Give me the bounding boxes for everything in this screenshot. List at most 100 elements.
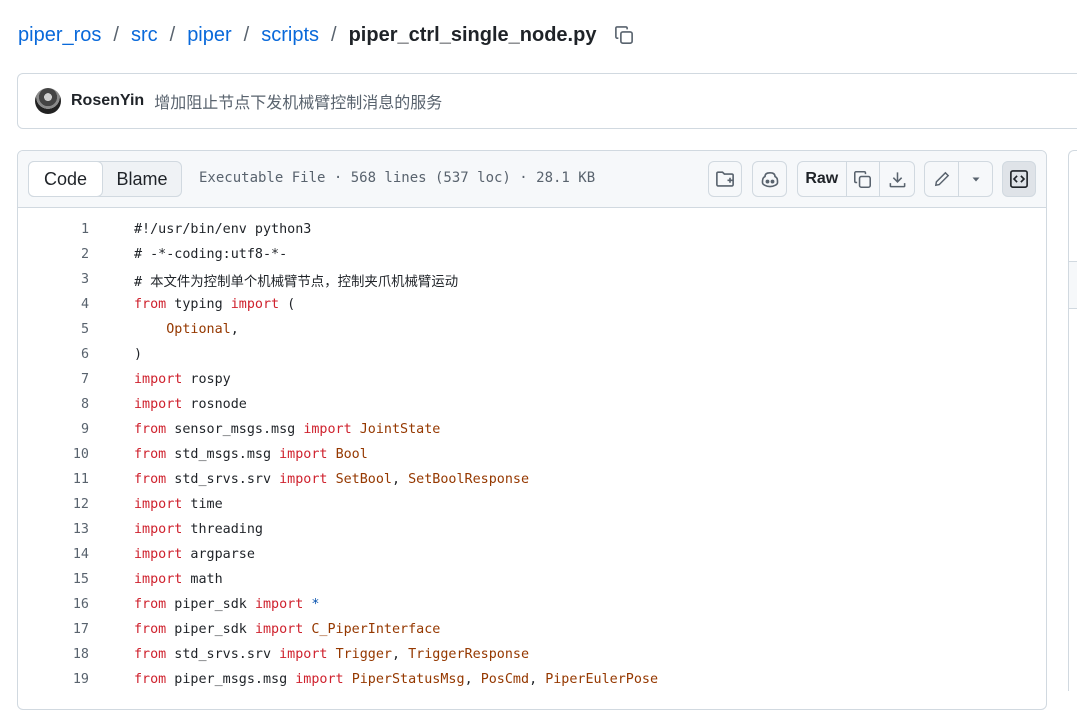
- commit-message[interactable]: 增加阻止节点下发机械臂控制消息的服务: [154, 89, 442, 113]
- code-token: std_msgs.msg: [166, 447, 280, 462]
- code-square-icon: [1010, 170, 1028, 188]
- line-number[interactable]: 10: [18, 447, 89, 462]
- line-number[interactable]: 1: [18, 222, 89, 237]
- copilot-button[interactable]: [752, 161, 787, 197]
- code-token: rosnode: [182, 397, 247, 412]
- breadcrumb-link-piper[interactable]: piper: [187, 24, 231, 47]
- code-token: import: [279, 647, 328, 662]
- code-token: from: [134, 447, 167, 462]
- triangle-down-icon: [972, 177, 979, 182]
- code-token: import: [134, 547, 183, 562]
- code-token: sensor_msgs.msg: [166, 422, 304, 437]
- line-number[interactable]: 5: [18, 322, 89, 337]
- breadcrumb-link-scripts[interactable]: scripts: [261, 24, 319, 47]
- code-token: argparse: [182, 547, 255, 562]
- code-token: Bool: [335, 447, 368, 462]
- code-line: 6): [18, 342, 1046, 367]
- symbols-panel-button[interactable]: [1002, 161, 1036, 197]
- code-token: math: [182, 572, 223, 587]
- line-number[interactable]: 4: [18, 297, 89, 312]
- line-number[interactable]: 14: [18, 547, 89, 562]
- line-number[interactable]: 15: [18, 572, 89, 587]
- line-number[interactable]: 6: [18, 347, 89, 362]
- code-token: (: [279, 297, 296, 312]
- file-header: Code Blame Executable File · 568 lines (…: [18, 151, 1046, 208]
- code-token: std_srvs.srv: [166, 472, 280, 487]
- code-content: #!/usr/bin/env python3: [134, 222, 311, 237]
- raw-copy-download-group: Raw: [797, 161, 915, 197]
- line-number[interactable]: 17: [18, 622, 89, 637]
- line-number[interactable]: 2: [18, 247, 89, 262]
- raw-label: Raw: [805, 170, 839, 187]
- code-token: # 本文件为控制单个机械臂节点，控制夹爪机械臂运动: [134, 274, 459, 290]
- code-content: from piper_msgs.msg import PiperStatusMs…: [134, 672, 658, 687]
- line-number[interactable]: 16: [18, 597, 89, 612]
- tab-blame[interactable]: Blame: [103, 162, 181, 196]
- code-content: ): [134, 347, 142, 362]
- code-token: PiperEulerPose: [545, 672, 659, 687]
- code-token: ,: [230, 322, 239, 337]
- code-token: import: [295, 672, 344, 687]
- line-number[interactable]: 7: [18, 372, 89, 387]
- code-token: SetBoolResponse: [408, 472, 530, 487]
- code-token: piper_sdk: [166, 622, 255, 637]
- file-viewer: Code Blame Executable File · 568 lines (…: [17, 150, 1047, 710]
- code-token: import: [279, 472, 328, 487]
- code-line: 4 from typing import (: [18, 292, 1046, 317]
- code-token: import: [230, 297, 280, 312]
- code-content: from sensor_msgs.msg import JointState: [134, 422, 440, 437]
- breadcrumb-separator: /: [243, 23, 250, 46]
- tab-code[interactable]: Code: [28, 161, 103, 197]
- edit-options-button[interactable]: [958, 162, 992, 196]
- code-token: #!/usr/bin/env python3: [134, 222, 312, 237]
- code-token: std_srvs.srv: [166, 647, 280, 662]
- download-button[interactable]: [879, 162, 914, 196]
- code-line: 1 #!/usr/bin/env python3: [18, 217, 1046, 242]
- symbols-panel-edge: [1068, 150, 1077, 691]
- breadcrumb-link-repo[interactable]: piper_ros: [18, 24, 101, 47]
- code-content: from typing import (: [134, 297, 295, 312]
- code-token: threading: [182, 522, 263, 537]
- commit-author[interactable]: RosenYin: [71, 92, 144, 110]
- code-token: PiperStatusMsg: [351, 672, 465, 687]
- code-line: 15 import math: [18, 567, 1046, 592]
- edit-file-button[interactable]: [925, 162, 958, 196]
- code-token: piper_msgs.msg: [166, 672, 296, 687]
- code-view: 1 #!/usr/bin/env python3 2 # -*-coding:utf8…: [18, 217, 1046, 692]
- code-line: 13 import threading: [18, 517, 1046, 542]
- code-token: from: [134, 622, 167, 637]
- code-token: SetBool: [335, 472, 392, 487]
- code-token: # -*-coding:utf8-*-: [134, 247, 288, 262]
- code-token: from: [134, 672, 167, 687]
- avatar[interactable]: [35, 88, 61, 114]
- code-content: import rospy: [134, 372, 231, 387]
- line-number[interactable]: 8: [18, 397, 89, 412]
- line-number[interactable]: 9: [18, 422, 89, 437]
- code-content: import rosnode: [134, 397, 247, 412]
- line-number[interactable]: 3: [18, 272, 89, 287]
- open-in-directory-button[interactable]: [708, 161, 742, 197]
- raw-button[interactable]: Raw: [798, 162, 846, 196]
- code-token: from: [134, 597, 167, 612]
- line-number[interactable]: 18: [18, 647, 89, 662]
- breadcrumb-link-src[interactable]: src: [131, 24, 158, 47]
- code-content: from std_srvs.srv import Trigger, Trigge…: [134, 647, 529, 662]
- code-token: C_PiperInterface: [311, 622, 441, 637]
- breadcrumb-separator: /: [113, 23, 119, 46]
- code-token: Optional: [166, 322, 231, 337]
- code-content: import argparse: [134, 547, 255, 562]
- line-number[interactable]: 13: [18, 522, 89, 537]
- line-number[interactable]: 11: [18, 472, 89, 487]
- code-content: from piper_sdk import *: [134, 597, 319, 612]
- line-number[interactable]: 19: [18, 672, 89, 687]
- copy-icon: [854, 170, 872, 188]
- view-mode-toggle: Code Blame: [28, 161, 182, 197]
- code-token: Trigger: [335, 647, 392, 662]
- code-content: from std_srvs.srv import SetBool, SetBoo…: [134, 472, 529, 487]
- line-number[interactable]: 12: [18, 497, 89, 512]
- copy-raw-button[interactable]: [845, 162, 880, 196]
- code-token: import: [254, 597, 304, 612]
- copy-path-button[interactable]: [612, 23, 636, 47]
